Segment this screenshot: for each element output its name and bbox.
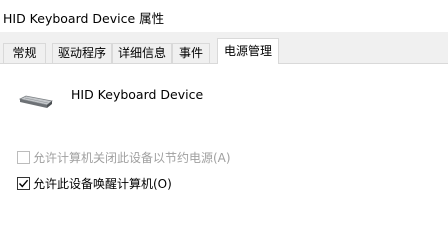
tab-events[interactable]: 事件 — [172, 43, 210, 63]
tab-general[interactable]: 常规 — [3, 43, 46, 63]
allow-wake-checkbox[interactable] — [17, 177, 30, 190]
tab-general-label: 常规 — [12, 46, 37, 60]
tab-power-management-label: 电源管理 — [223, 44, 272, 58]
device-name: HID Keyboard Device — [71, 87, 204, 102]
tab-events-label: 事件 — [178, 46, 203, 60]
tab-power-management[interactable]: 电源管理 — [217, 38, 279, 64]
tab-details[interactable]: 详细信息 — [112, 43, 172, 63]
allow-power-off-checkbox[interactable] — [17, 151, 30, 164]
keyboard-icon — [18, 93, 53, 111]
allow-wake-label: 允许此设备唤醒计算机(O) — [33, 177, 172, 191]
tab-details-label: 详细信息 — [117, 46, 166, 60]
checkmark-icon — [18, 179, 29, 188]
window-title: HID Keyboard Device 属性 — [3, 11, 165, 26]
title-bar: HID Keyboard Device 属性 — [0, 0, 448, 32]
power-management-panel: HID Keyboard Device 允许计算机关闭此设备以节约电源(A) 允… — [0, 63, 448, 249]
allow-power-off-label: 允许计算机关闭此设备以节约电源(A) — [33, 151, 231, 165]
tab-driver[interactable]: 驱动程序 — [52, 43, 112, 63]
tab-driver-label: 驱动程序 — [57, 46, 106, 60]
tab-strip: 常规 驱动程序 详细信息 事件 电源管理 — [0, 38, 448, 64]
